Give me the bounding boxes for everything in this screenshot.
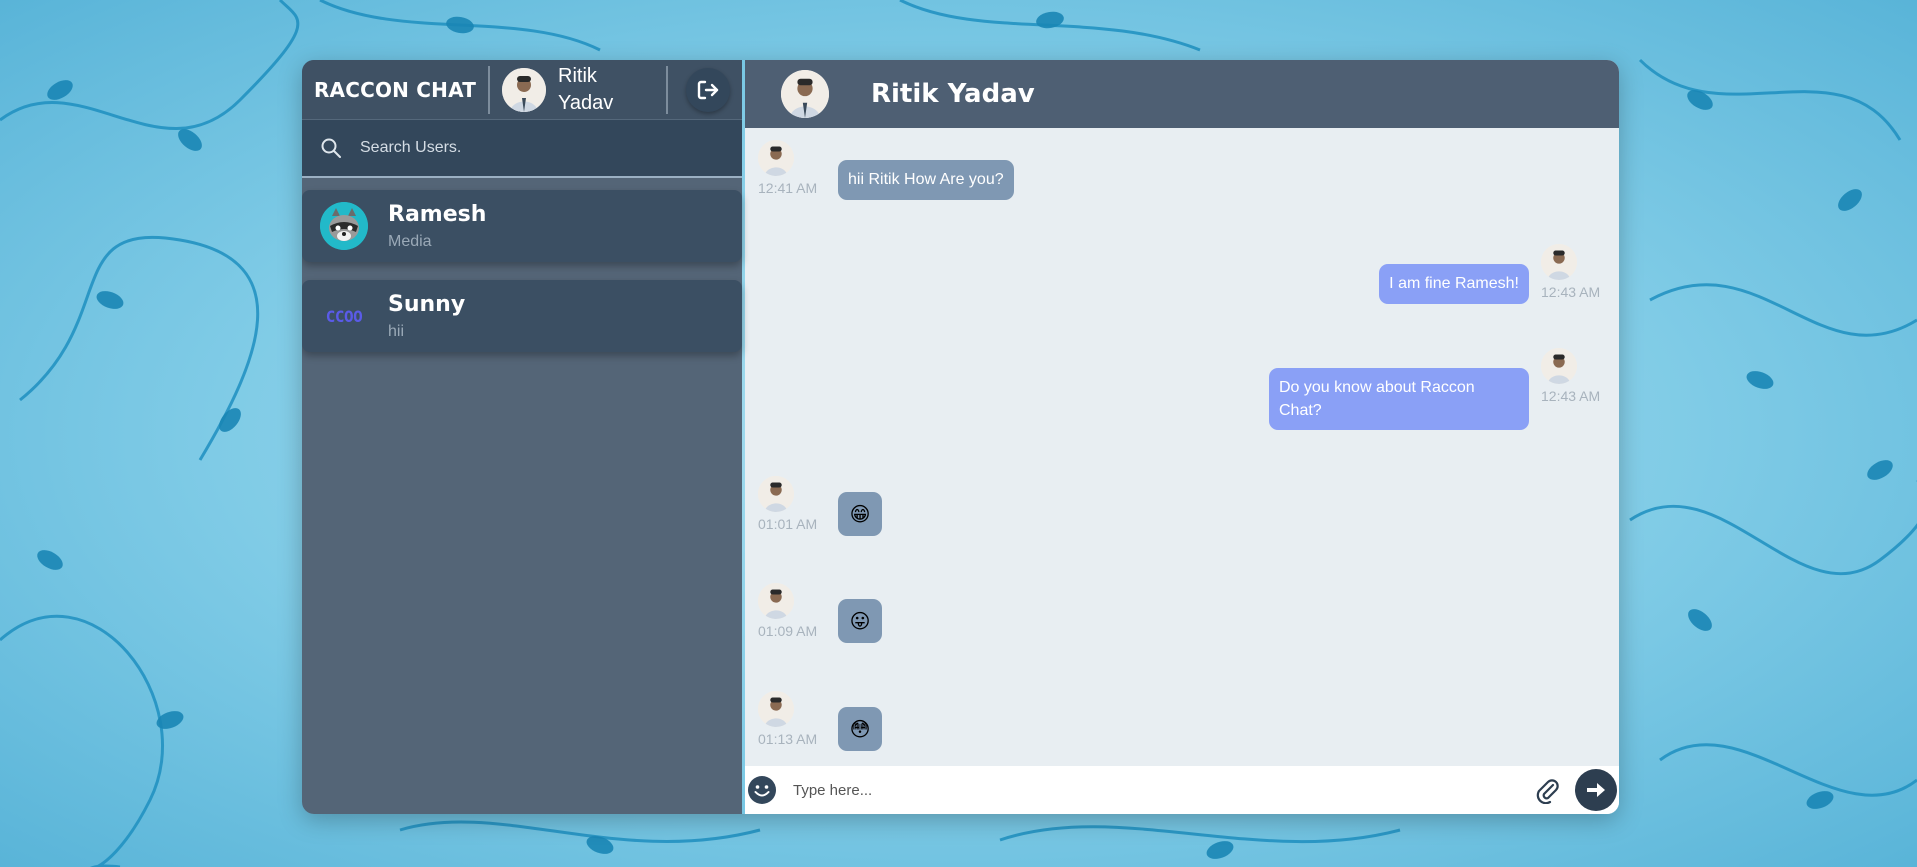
chat-app-window: RACCON CHAT Ritik Yadav Search Users. Ra… — [302, 60, 1619, 814]
logout-button[interactable] — [686, 67, 730, 112]
current-user[interactable]: Ritik Yadav — [490, 63, 666, 117]
brand-title: RACCON CHAT — [313, 77, 477, 102]
message-incoming: 01:01 AM 😁 — [758, 476, 882, 536]
user-last-message: Media — [388, 232, 432, 250]
user-avatar: CCOO — [320, 292, 368, 340]
search-bar — [302, 120, 742, 178]
message-outgoing: Do you know about Raccon Chat? 12:43 AM — [1269, 348, 1607, 430]
user-last-message: hii — [388, 322, 405, 340]
message-incoming: 12:41 AM hii Ritik How Are you? — [758, 140, 1014, 200]
current-user-last-name: Yadav — [558, 91, 614, 114]
attachment-icon[interactable] — [1533, 776, 1561, 804]
message-bubble: Do you know about Raccon Chat? — [1269, 368, 1529, 430]
raccoon-icon — [320, 202, 368, 250]
arrow-right-icon — [1587, 783, 1605, 797]
message-text-line: Chat? — [1279, 402, 1322, 419]
avatar-text: CCOO — [325, 306, 363, 326]
message-incoming: 01:13 AM 😳 — [758, 691, 882, 751]
sender-avatar — [758, 476, 794, 512]
sidebar: RACCON CHAT Ritik Yadav Search Users. Ra… — [302, 60, 742, 814]
current-user-avatar — [502, 67, 546, 112]
message-time: 12:41 AM — [758, 180, 818, 196]
emoji-picker-icon[interactable] — [747, 775, 777, 805]
user-info: Ramesh Media — [388, 202, 486, 251]
message-time: 01:13 AM — [758, 731, 818, 747]
current-user-name: Ritik Yadav — [558, 63, 613, 117]
message-outgoing: I am fine Ramesh! 12:43 AM — [1379, 244, 1607, 304]
current-user-first-name: Ritik — [558, 64, 597, 87]
emoji-message: 😳 — [838, 707, 882, 751]
emoji-message: 😁 — [838, 492, 882, 536]
search-icon — [321, 138, 341, 158]
user-info: Sunny hii — [388, 292, 465, 341]
logout-icon — [697, 80, 719, 99]
chat-header: Ritik Yadav — [745, 60, 1619, 128]
message-time: 12:43 AM — [1541, 284, 1601, 300]
user-list: Ramesh Media CCOO Sunny hii — [302, 178, 742, 370]
message-time: 01:01 AM — [758, 516, 818, 532]
message-list: 12:41 AM hii Ritik How Are you? I am fin… — [745, 128, 1619, 766]
message-input[interactable] — [793, 781, 1533, 799]
sender-avatar — [758, 583, 794, 619]
sender-avatar — [758, 140, 794, 176]
user-name: Sunny — [388, 291, 466, 317]
message-time: 12:43 AM — [1541, 388, 1601, 404]
sender-avatar — [1541, 244, 1577, 280]
sender-avatar — [758, 691, 794, 727]
message-text-line: Do you know about Raccon — [1279, 379, 1475, 396]
message-incoming: 01:09 AM 😛 — [758, 583, 882, 643]
search-input[interactable] — [360, 139, 710, 157]
message-bubble: I am fine Ramesh! — [1379, 264, 1529, 304]
message-bubble: hii Ritik How Are you? — [838, 160, 1014, 200]
message-time: 01:09 AM — [758, 623, 818, 639]
send-button[interactable] — [1575, 769, 1617, 811]
chat-partner-avatar — [781, 70, 829, 118]
divider — [666, 65, 668, 114]
user-name: Ramesh — [388, 201, 487, 227]
chat-panel: Ritik Yadav 12:41 AM hii Ritik How Are y… — [745, 60, 1619, 814]
emoji-message: 😛 — [838, 599, 882, 643]
sender-avatar — [1541, 348, 1577, 384]
user-list-item[interactable]: CCOO Sunny hii — [302, 280, 742, 352]
user-list-item[interactable]: Ramesh Media — [302, 190, 742, 262]
chat-title: Ritik Yadav — [871, 79, 1035, 109]
message-composer — [745, 766, 1619, 814]
sidebar-header: RACCON CHAT Ritik Yadav — [302, 60, 742, 120]
